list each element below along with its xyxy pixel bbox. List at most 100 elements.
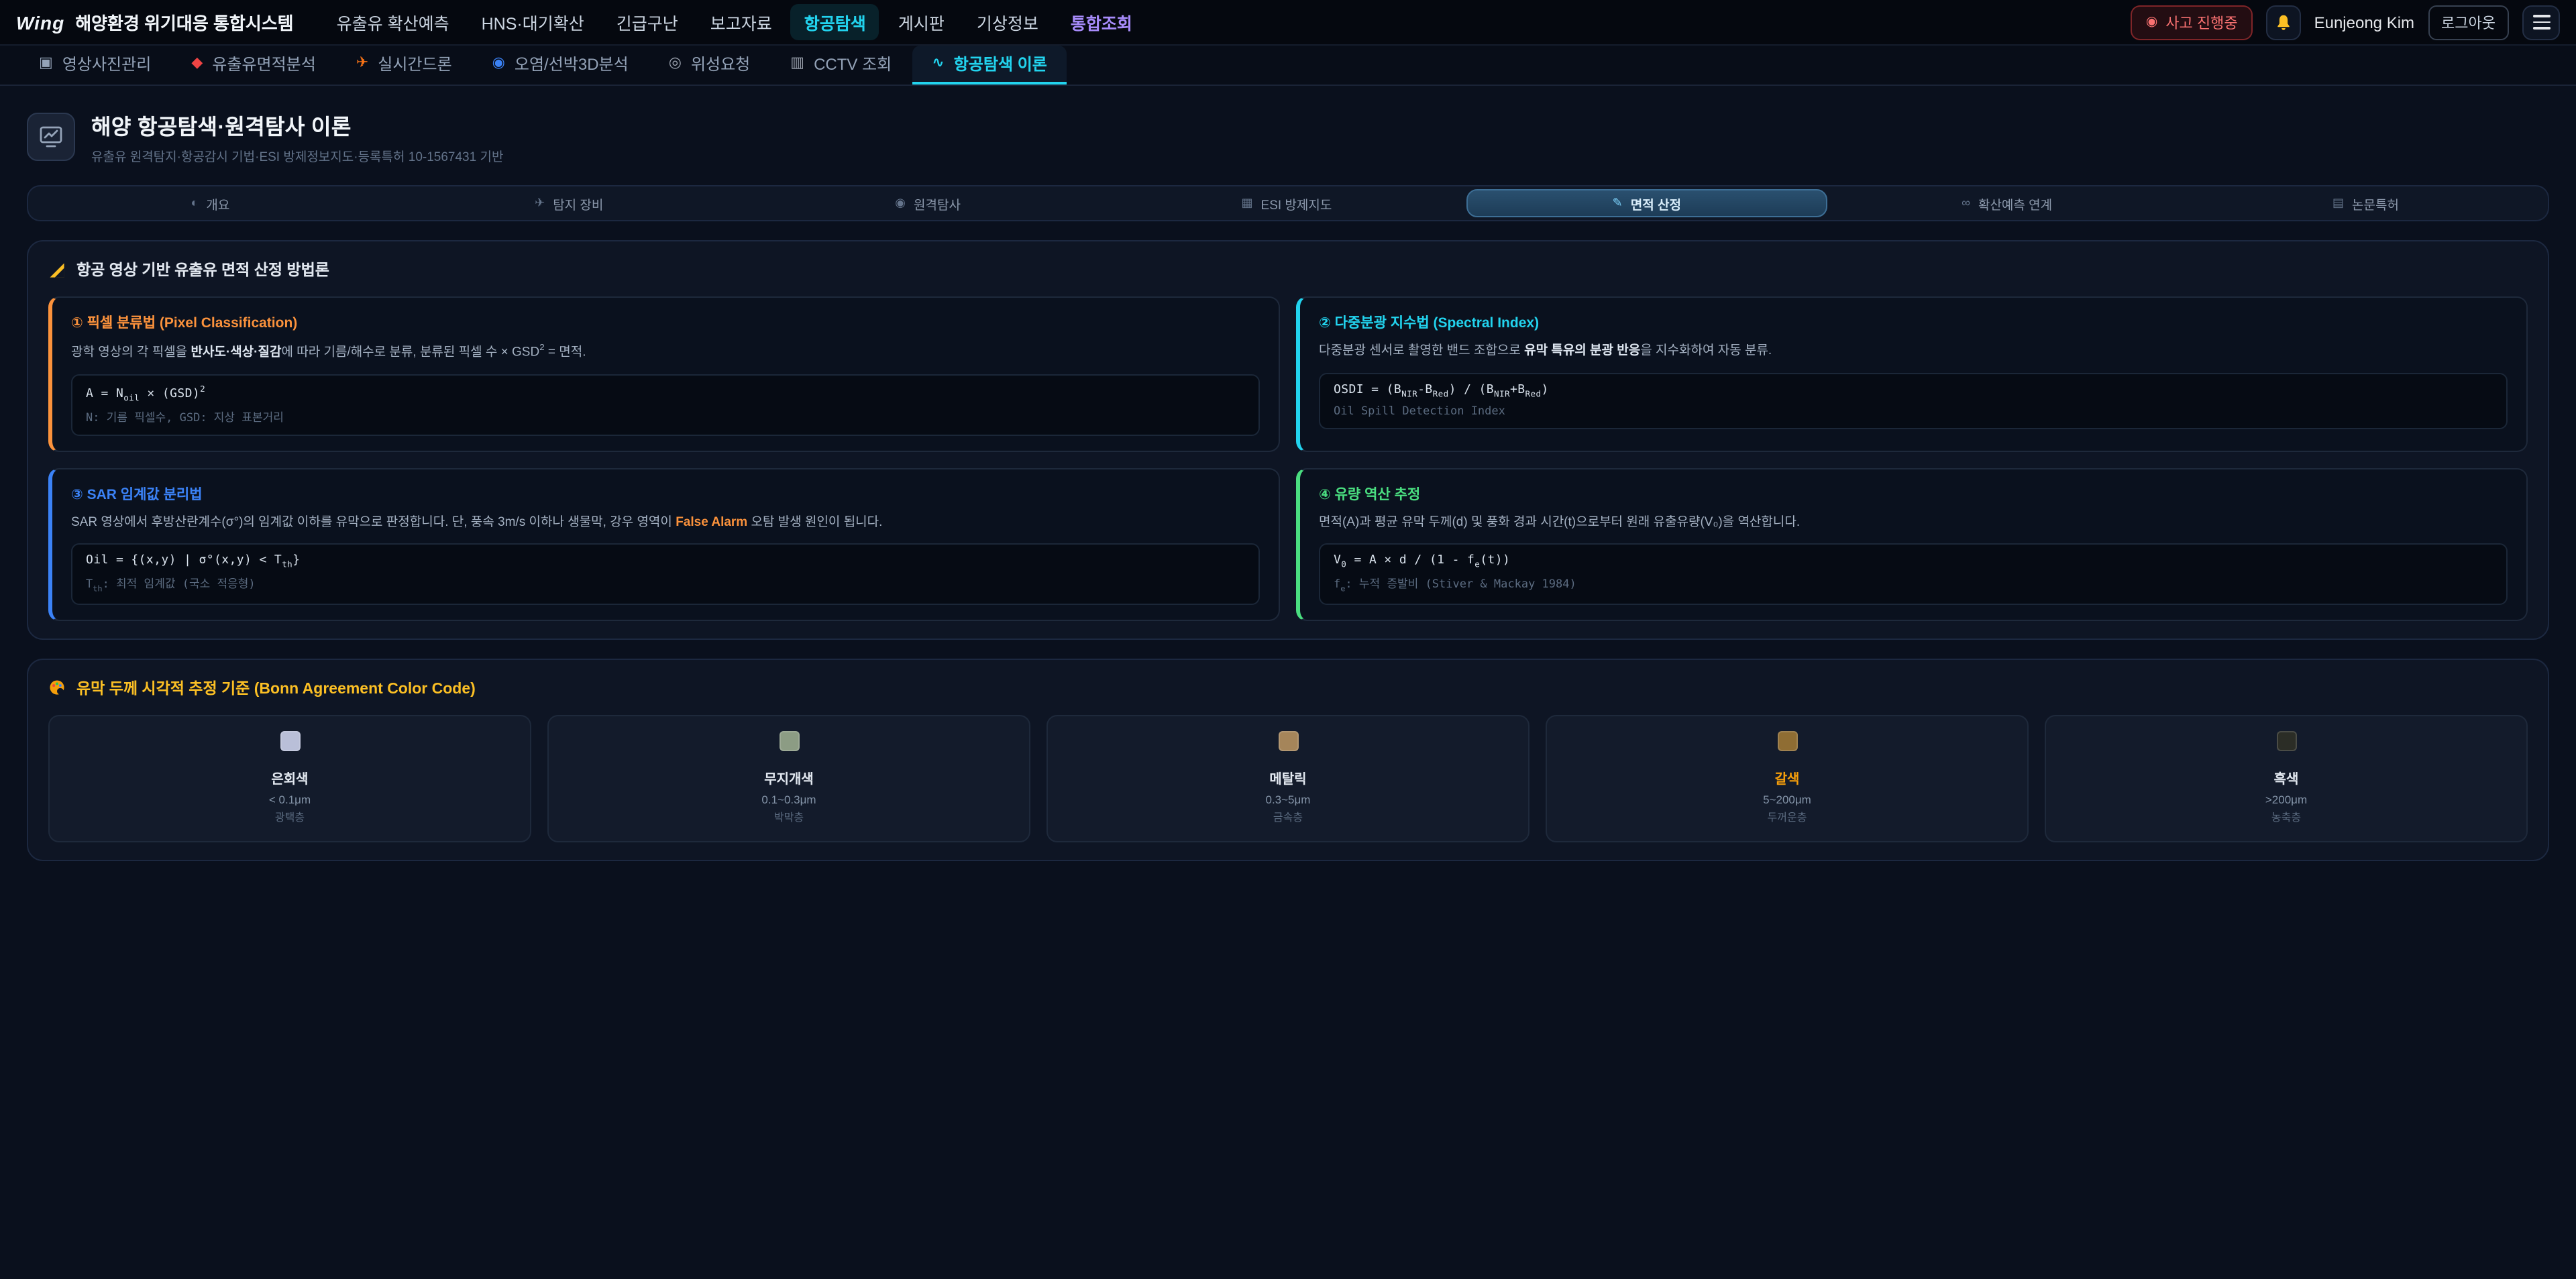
bell-icon [2274,13,2293,32]
user-name: Eunjeong Kim [2314,13,2414,32]
tab-label: ESI 방제지도 [1261,194,1332,213]
method-card-spectral-index: ② 다중분광 지수법 (Spectral Index) 다중분광 센서로 촬영한… [1296,296,2528,451]
scan-3d-icon: ◉ [492,56,505,71]
method-card-body: 광학 영상의 각 픽셀을 반사도·색상·질감에 따라 기름/해수로 분류, 분류… [71,342,1260,364]
subtab-spill-area-analysis[interactable]: ◆ 유출유면적분석 [171,46,336,85]
drone-icon: ✈ [356,56,368,71]
analysis-icon: ◆ [191,56,203,71]
notifications-button[interactable] [2266,5,2301,40]
formula: OSDI = (BNIR-BRed) / (BNIR+BRed) [1334,383,2493,399]
thickness-name: 은회색 [63,767,517,787]
formula-note: Tth: 최적 임계값 (국소 적응형) [86,575,1245,594]
map-icon: ▦ [1242,197,1253,209]
nav-board[interactable]: 게시판 [885,4,958,40]
logout-button[interactable]: 로그아웃 [2428,5,2509,40]
thickness-range: 0.1~0.3μm [562,793,1016,806]
tab-area-calculation[interactable]: ✎ 면적 산정 [1466,189,1827,217]
thickness-range: < 0.1μm [63,793,517,806]
ruler-icon: ✎ [1613,197,1623,209]
methodology-header: 항공 영상 기반 유출유 면적 산정 방법론 [48,259,2528,280]
thickness-layer: 금속층 [1061,810,1515,825]
method-card-body: SAR 영상에서 후방산란계수(σ°)의 임계값 이하를 유막으로 판정합니다.… [71,513,1260,533]
presentation-chart-icon [27,113,75,161]
subtab-realtime-drone[interactable]: ✈ 실시간드론 [336,46,472,85]
thickness-range: >200μm [2059,793,2513,806]
header-right: ◉ 사고 진행중 Eunjeong Kim 로그아웃 [2131,5,2560,40]
formula-block: A = Noil × (GSD)2 N: 기름 픽셀수, GSD: 지상 표본거… [71,374,1260,436]
top-header: Wing 해양환경 위기대응 통합시스템 유출유 확산예측 HNS·대기확산 긴… [0,0,2576,46]
tab-label: 개요 [206,194,229,213]
bonn-header: 유막 두께 시각적 추정 기준 (Bonn Agreement Color Co… [48,677,2528,699]
menu-icon [2532,15,2550,17]
nav-weather-info[interactable]: 기상정보 [963,4,1052,40]
palette-icon [48,679,66,697]
formula-block: V0 = A × d / (1 - fe(t)) fe: 누적 증발비 (Sti… [1319,544,2508,605]
subtab-image-photo-management[interactable]: ▣ 영상사진관리 [19,46,171,85]
incident-status-badge[interactable]: ◉ 사고 진행중 [2131,5,2253,40]
methodology-panel: 항공 영상 기반 유출유 면적 산정 방법론 ① 픽셀 분류법 (Pixel C… [27,240,2549,640]
formula-note: fe: 누적 증발비 (Stiver & Mackay 1984) [1334,575,2493,594]
tab-papers-patents[interactable]: ▤ 논문특허 [2186,189,2545,217]
page-head-text: 해양 항공탐색·원격탐사 이론 유출유 원격탐지·항공감시 기법·ESI 방제정… [91,109,503,165]
thickness-card-silver-gray: 은회색 < 0.1μm 광택층 [48,715,531,842]
tab-remote-sensing[interactable]: ◉ 원격탐사 [749,189,1108,217]
formula: A = Noil × (GSD)2 [86,385,1245,404]
alert-icon: ◉ [2146,15,2157,29]
bonn-color-code-panel: 유막 두께 시각적 추정 기준 (Bonn Agreement Color Co… [27,659,2549,861]
subtab-label: 위성요청 [691,52,750,75]
method-card-title: ② 다중분광 지수법 (Spectral Index) [1319,313,2508,333]
subtab-label: 유출유면적분석 [212,52,316,75]
subtab-label: 영상사진관리 [62,52,152,75]
thickness-card-rainbow: 무지개색 0.1~0.3μm 박막층 [547,715,1030,842]
nav-aerial-search[interactable]: 항공탐색 [791,4,879,40]
color-swatch [779,731,799,751]
nav-emergency-rescue[interactable]: 긴급구난 [603,4,692,40]
subtab-pollution-ship-3d[interactable]: ◉ 오염/선박3D분석 [472,46,649,85]
tab-overview[interactable]: ◐ 개요 [31,189,390,217]
thickness-card-brown: 갈색 5~200μm 두꺼운층 [1546,715,2029,842]
tab-esi-map[interactable]: ▦ ESI 방제지도 [1108,189,1466,217]
tab-label: 탐지 장비 [553,194,603,213]
subtab-label: 실시간드론 [378,52,451,75]
color-swatch [280,731,300,751]
bonn-title: 유막 두께 시각적 추정 기준 (Bonn Agreement Color Co… [76,677,476,699]
thickness-layer: 두꺼운층 [1560,810,2014,825]
plane-icon: ✈ [535,197,545,209]
color-swatch [2276,731,2296,751]
nav-reports[interactable]: 보고자료 [697,4,786,40]
app-root: Wing 해양환경 위기대응 통합시스템 유출유 확산예측 HNS·대기확산 긴… [0,0,2576,1279]
thickness-card-black: 흑색 >200μm 농축층 [2045,715,2528,842]
sub-nav: ▣ 영상사진관리 ◆ 유출유면적분석 ✈ 실시간드론 ◉ 오염/선박3D분석 ◎… [0,46,2576,86]
radar-icon: ◉ [895,197,906,209]
nav-hns-air-diffusion[interactable]: HNS·대기확산 [468,4,598,40]
color-swatch [1777,731,1797,751]
nav-integrated-search[interactable]: 통합조회 [1057,4,1146,40]
page-title: 해양 항공탐색·원격탐사 이론 [91,109,503,141]
subtab-cctv-view[interactable]: ▥ CCTV 조회 [770,46,912,85]
nav-spill-diffusion[interactable]: 유출유 확산예측 [323,4,463,40]
main-nav: 유출유 확산예측 HNS·대기확산 긴급구난 보고자료 항공탐색 게시판 기상정… [323,4,1146,40]
hamburger-menu-button[interactable] [2522,5,2560,40]
tab-detection-equipment[interactable]: ✈ 탐지 장비 [390,189,749,217]
method-card-sar-threshold: ③ SAR 임계값 분리법 SAR 영상에서 후방산란계수(σ°)의 임계값 이… [48,467,1280,620]
formula-block: OSDI = (BNIR-BRed) / (BNIR+BRed) Oil Spi… [1319,372,2508,429]
tab-label: 논문특허 [2352,194,2399,213]
thickness-name: 흑색 [2059,767,2513,787]
subtab-label: 항공탐색 이론 [954,52,1047,75]
subtab-aerial-search-theory[interactable]: ∿ 항공탐색 이론 [912,46,1067,85]
subtab-satellite-request[interactable]: ◎ 위성요청 [649,46,771,85]
tab-label: 확산예측 연계 [1978,194,2052,213]
chart-icon: ∿ [932,56,944,71]
subtab-label: 오염/선박3D분석 [515,52,629,75]
page-head: 해양 항공탐색·원격탐사 이론 유출유 원격탐지·항공감시 기법·ESI 방제정… [27,109,2549,165]
thickness-layer: 광택층 [63,810,517,825]
formula-note: Oil Spill Detection Index [1334,404,2493,418]
method-card-body: 다중분광 센서로 촬영한 밴드 조합으로 유막 특유의 분광 반응을 지수화하여… [1319,342,2508,362]
globe-icon: ◐ [191,197,199,209]
thickness-card-metallic: 메탈릭 0.3~5μm 금속층 [1046,715,1529,842]
thickness-range: 0.3~5μm [1061,793,1515,806]
system-title: 해양환경 위기대응 통합시스템 [75,9,293,35]
tab-diffusion-link[interactable]: ∞ 확산예측 연계 [1827,189,2186,217]
thickness-layer: 박막층 [562,810,1016,825]
formula: V0 = A × d / (1 - fe(t)) [1334,555,2493,571]
